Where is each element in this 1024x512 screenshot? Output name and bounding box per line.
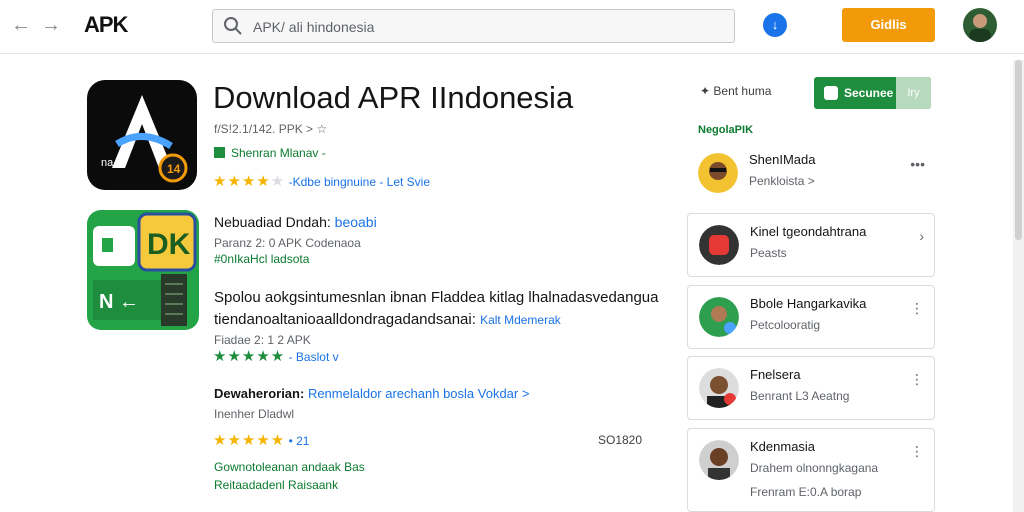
avatar: [699, 297, 739, 337]
more-vertical-icon[interactable]: ⋮: [910, 443, 924, 460]
rating-link[interactable]: -Kdbe bingnuine - Let Svie: [289, 175, 430, 189]
rating-stars-green: ★★★★★: [213, 348, 286, 365]
secure-icon: [824, 86, 838, 100]
sidebar-item[interactable]: Fnelsera Benrant L3 Aeatng ⋮: [687, 356, 935, 420]
description-rating-link[interactable]: - Baslot v: [289, 350, 339, 364]
sidebar-item[interactable]: Kdenmasia Drahem olnonngkagana Frenram E…: [687, 428, 935, 512]
related-app-logo-icon: DK N ←: [93, 212, 197, 326]
avatar: [699, 368, 739, 408]
description-link[interactable]: Kalt Mdemerak: [480, 313, 561, 327]
search-box[interactable]: [212, 9, 735, 43]
avatar: [699, 440, 739, 480]
related-app-title[interactable]: Nebuadiad Dndah: beoabi: [214, 214, 377, 230]
app-icon[interactable]: na 14: [87, 80, 197, 190]
app-rating: ★★★★★ -Kdbe bingnuine - Let Svie: [213, 172, 430, 190]
search-icon: [224, 17, 242, 35]
search-input[interactable]: [253, 16, 713, 38]
rating-stars: ★★★★★: [213, 173, 286, 190]
share-icon: ✦: [700, 84, 711, 98]
secure-download-button[interactable]: Secunee Iry: [814, 77, 931, 109]
chevron-right-icon[interactable]: ›: [919, 228, 924, 244]
related-app-icon[interactable]: DK N ←: [87, 210, 199, 330]
download-rating: ★★★★★ • 21: [213, 431, 309, 449]
description-meta: Fiadae 2: 1 2 APK: [214, 333, 311, 347]
page-scrollbar[interactable]: [1013, 60, 1024, 512]
download-green-link-1[interactable]: Gownotoleanan andaak Bas: [214, 460, 365, 474]
more-horizontal-icon[interactable]: •••: [910, 156, 925, 172]
site-logo[interactable]: APK: [84, 12, 128, 38]
svg-text:N ←: N ←: [99, 291, 139, 313]
app-meta: f/S!2.1/142. PPK > ☆: [214, 122, 328, 136]
user-avatar-image: [969, 14, 991, 42]
download-circle-icon[interactable]: ↓: [763, 13, 787, 37]
back-arrow-icon[interactable]: ←: [10, 14, 32, 36]
app-logo-icon: na 14: [101, 95, 188, 183]
sidebar-item[interactable]: Bbole Hangarkavika Petcolooratig ⋮: [687, 285, 935, 349]
user-avatar[interactable]: [963, 8, 997, 42]
avatar: [699, 225, 739, 265]
more-vertical-icon[interactable]: ⋮: [910, 371, 924, 388]
download-size: SO1820: [598, 433, 643, 447]
rating-stars: ★★★★★: [213, 432, 286, 449]
sidebar-heading: NegolaPIK: [698, 124, 754, 136]
developer-link[interactable]: Shenran Mlanav -: [214, 146, 326, 160]
verified-badge-icon: [214, 147, 225, 158]
avatar: [698, 153, 738, 193]
description-line-1: Spolou aokgsintumesnlan ibnan Fladdea ki…: [214, 289, 659, 306]
download-title[interactable]: Dewaherorian: Renmelaldor arechanh bosla…: [214, 386, 529, 401]
header-action-label: Gidlis: [870, 17, 907, 32]
page-title: Download APR IIndonesia: [213, 80, 574, 115]
top-bar: ← → APK ↓ Gidlis: [0, 0, 1024, 54]
forward-arrow-icon[interactable]: →: [40, 14, 62, 36]
description-rating: ★★★★★ - Baslot v: [213, 347, 339, 365]
svg-text:na: na: [101, 157, 114, 169]
scrollbar-thumb[interactable]: [1015, 60, 1022, 240]
share-button[interactable]: ✦ Bent huma: [700, 84, 771, 98]
download-sub: Inenher Dladwl: [214, 407, 295, 421]
svg-text:14: 14: [167, 162, 181, 176]
related-app-sub: Paranz 2: 0 APK Codenaoa: [214, 236, 361, 250]
description-line-2: tiendanoaltanioaalldondragadandsanai: Ka…: [214, 311, 561, 328]
sidebar-item[interactable]: Kinel tgeondahtrana Peasts ›: [687, 213, 935, 277]
more-vertical-icon[interactable]: ⋮: [910, 300, 924, 317]
sidebar-item[interactable]: ShenIMada Penkloista > •••: [687, 142, 935, 206]
header-action-button[interactable]: Gidlis: [842, 8, 935, 42]
svg-text:DK: DK: [147, 228, 191, 261]
download-rating-count[interactable]: • 21: [289, 434, 310, 448]
secure-dropdown[interactable]: Iry: [896, 77, 931, 109]
related-app-tag[interactable]: #0nIkaHcl ladsota: [214, 252, 309, 266]
download-green-link-2[interactable]: Reitaadadenl Raisaank: [214, 478, 338, 492]
star-outline-icon[interactable]: ☆: [316, 122, 327, 136]
